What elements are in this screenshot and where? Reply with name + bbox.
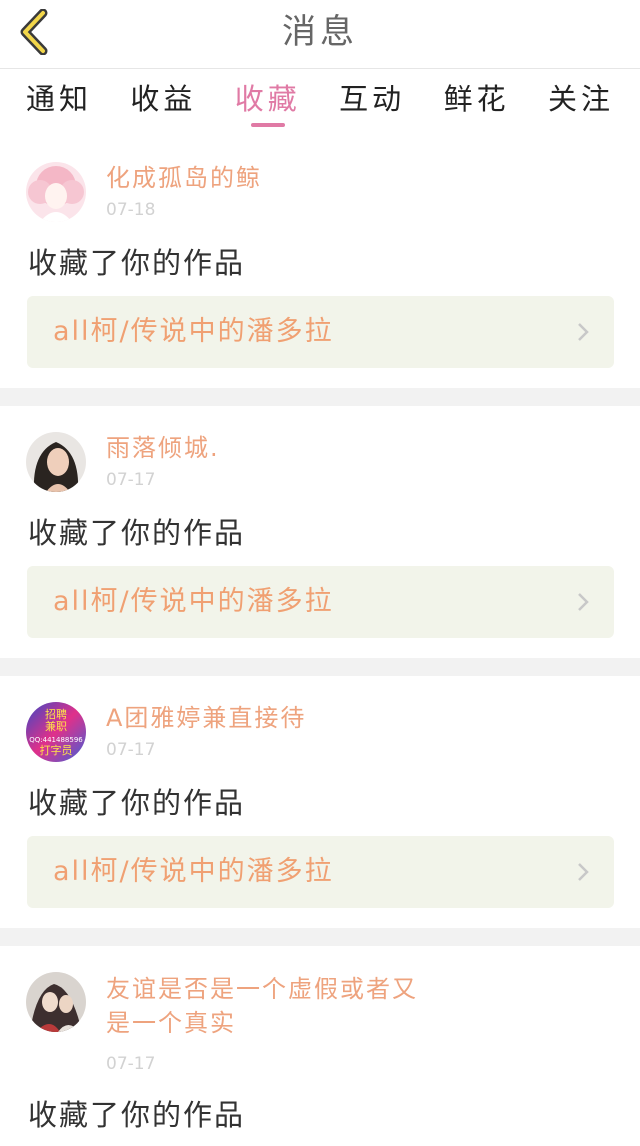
tab-label: 关注	[547, 82, 614, 116]
action-text: 收藏了你的作品	[28, 246, 246, 280]
tab-following[interactable]: 关注	[548, 69, 614, 131]
avatar[interactable]	[26, 432, 86, 492]
timestamp: 07-17	[106, 740, 156, 760]
list-item: 招聘 兼职 QQ:441488596 打字员 A团雅婷兼直接待 07-17 收藏…	[0, 676, 640, 928]
chevron-right-icon	[578, 593, 589, 611]
tab-label: 鲜花	[443, 82, 510, 116]
tab-label: 收益	[130, 82, 197, 116]
divider	[0, 388, 640, 406]
tab-interactions[interactable]: 互动	[339, 69, 405, 131]
avatar[interactable]	[26, 972, 86, 1032]
action-text: 收藏了你的作品	[28, 786, 246, 820]
username[interactable]: A团雅婷兼直接待	[106, 702, 436, 734]
tab-label: 通知	[26, 82, 93, 116]
tab-bar: 通知 收益 收藏 互动 鲜花 关注	[0, 69, 640, 131]
chevron-right-icon	[578, 863, 589, 881]
divider	[0, 658, 640, 676]
timestamp: 07-17	[106, 1054, 156, 1074]
avatar[interactable]: 招聘 兼职 QQ:441488596 打字员	[26, 702, 86, 762]
tab-flowers[interactable]: 鲜花	[444, 69, 510, 131]
action-text: 收藏了你的作品	[28, 516, 246, 550]
active-tab-indicator	[250, 123, 285, 127]
message-list: 化成孤岛的鲸 07-18 收藏了你的作品 all柯/传说中的潘多拉 雨落倾城. …	[0, 136, 640, 1146]
tab-notifications[interactable]: 通知	[26, 69, 92, 131]
username[interactable]: 雨落倾城.	[106, 432, 436, 464]
avatar-badge-text: 招聘	[45, 707, 67, 721]
top-bar: 消息	[0, 0, 640, 69]
avatar[interactable]	[26, 162, 86, 222]
work-link[interactable]: all柯/传说中的潘多拉	[27, 836, 614, 908]
list-item: 友谊是否是一个虚假或者又是一个真实 07-17 收藏了你的作品	[0, 946, 640, 1146]
work-title: all柯/传说中的潘多拉	[53, 586, 334, 617]
work-link[interactable]: all柯/传说中的潘多拉	[27, 566, 614, 638]
work-title: all柯/传说中的潘多拉	[53, 856, 334, 887]
tab-earnings[interactable]: 收益	[130, 69, 196, 131]
avatar-badge-text: 兼职	[45, 720, 67, 733]
tab-label: 互动	[339, 82, 406, 116]
tab-label: 收藏	[234, 82, 301, 116]
chevron-right-icon	[578, 323, 589, 341]
list-item: 化成孤岛的鲸 07-18 收藏了你的作品 all柯/传说中的潘多拉	[0, 136, 640, 388]
username[interactable]: 友谊是否是一个虚假或者又是一个真实	[106, 972, 436, 1040]
divider	[0, 928, 640, 946]
timestamp: 07-18	[106, 200, 156, 220]
page-title: 消息	[282, 12, 358, 52]
work-link[interactable]: all柯/传说中的潘多拉	[27, 296, 614, 368]
avatar-badge-text: 打字员	[40, 743, 73, 757]
list-item: 雨落倾城. 07-17 收藏了你的作品 all柯/传说中的潘多拉	[0, 406, 640, 658]
username[interactable]: 化成孤岛的鲸	[106, 162, 436, 194]
avatar-badge-text: QQ:441488596	[29, 736, 83, 744]
work-title: all柯/传说中的潘多拉	[53, 316, 334, 347]
timestamp: 07-17	[106, 470, 156, 490]
action-text: 收藏了你的作品	[28, 1098, 246, 1132]
tab-favorites[interactable]: 收藏	[235, 69, 301, 131]
